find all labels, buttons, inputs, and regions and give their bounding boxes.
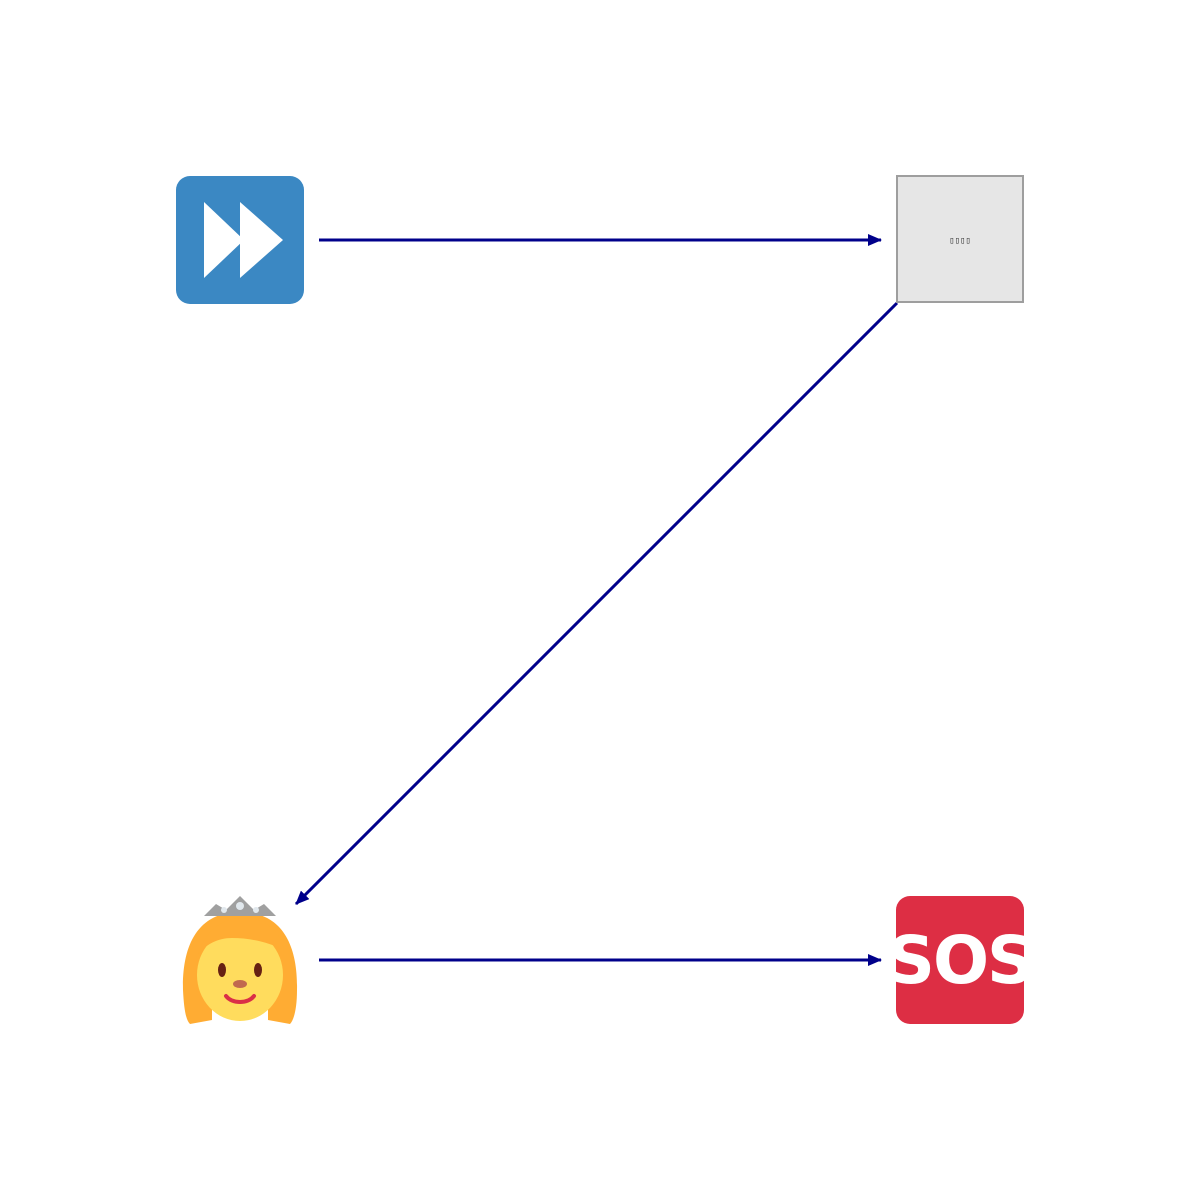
- princess-eye-left: [218, 963, 226, 977]
- node-sos: SOS: [887, 896, 1035, 1024]
- tiara-gem-right: [253, 907, 259, 913]
- placeholder-label: ▯▯▯▯: [949, 236, 971, 246]
- edges: [294, 234, 899, 966]
- tiara-gem-left: [221, 907, 227, 913]
- sos-label: SOS: [887, 922, 1032, 999]
- tiara-gem-center: [236, 902, 244, 910]
- node-princess: [182, 896, 298, 1024]
- princess-icon: [182, 896, 298, 1024]
- edge-placeholder-to-princess: [294, 301, 899, 906]
- diagram-canvas: ▯▯▯▯ SOS: [176, 175, 1035, 1024]
- princess-eye-right: [254, 963, 262, 977]
- princess-nose: [233, 980, 247, 988]
- node-fast-forward: [176, 176, 304, 304]
- node-placeholder-box: ▯▯▯▯: [896, 175, 1024, 303]
